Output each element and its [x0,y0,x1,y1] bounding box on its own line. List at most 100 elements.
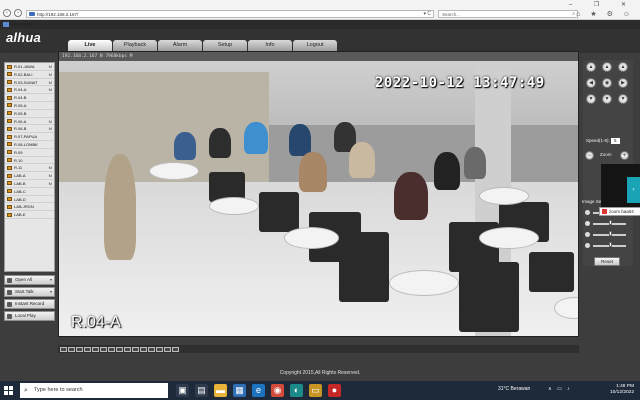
ptz-down-right-button[interactable]: ▼ [618,94,628,104]
refresh-icon[interactable]: ▾ C [423,11,431,18]
camera-icon [7,134,12,139]
channel-item[interactable]: R.05-B [5,110,54,118]
channel-item[interactable]: R.09 [5,149,54,157]
slider-knob[interactable] [609,231,612,236]
ptz-up-button[interactable]: ▲ [602,62,612,72]
hue-slider[interactable] [585,242,629,249]
instant-record-button[interactable]: Instant Record [4,299,55,309]
tab-setup[interactable]: Setup [203,40,247,51]
reset-button[interactable]: Reset [594,257,620,266]
taskbar-search-input[interactable]: ⌕ Type here to search [20,383,168,398]
browser-search-input[interactable]: Search... ⌕ [438,10,578,18]
layout-13-icon[interactable] [116,346,123,352]
channel-item[interactable]: R.10 [5,157,54,165]
channel-item[interactable]: LAB-E [5,211,54,219]
internet-explorer-icon[interactable]: e [252,384,265,397]
windows-start-icon[interactable] [4,386,13,395]
tab-logout[interactable]: Logout [293,40,337,51]
channel-item[interactable]: LAB-B M [5,180,54,188]
tab-alarm[interactable]: Alarm [158,40,202,51]
clock-date: 10/12/2022 [609,390,634,395]
ptz-up-left-button[interactable]: ▲ [586,62,596,72]
channel-item[interactable]: R.07-PAPUA [5,133,54,141]
channel-item[interactable]: R.06-A M [5,118,54,126]
chrome-icon[interactable]: ◉ [271,384,284,397]
folder-icon[interactable]: ▭ [309,384,322,397]
contrast-slider[interactable] [585,220,629,227]
open-all-button[interactable]: Open All ▾ [4,275,55,285]
layout-8-icon[interactable] [108,346,115,352]
layout-16-icon[interactable] [84,346,91,352]
local-play-button[interactable]: Local Play [4,311,55,321]
channel-item[interactable]: LAB-D [5,196,54,204]
layout-25-icon[interactable] [132,346,139,352]
speed-control: Speed(1-8): 5 [586,138,620,144]
desk [209,197,259,215]
clock[interactable]: 1:48 PM 10/12/2022 [610,384,634,396]
ptz-down-button[interactable]: ▼ [602,94,612,104]
slider-knob[interactable] [609,220,612,225]
edge-icon[interactable]: ◐ [290,384,303,397]
ptz-right-button[interactable]: ▶ [618,78,628,88]
file-explorer-icon[interactable]: ▬ [214,384,227,397]
channel-item[interactable]: LAB-C [5,188,54,196]
channel-item[interactable]: R.08-LOMBK [5,141,54,149]
start-talk-button[interactable]: Start Talk ▾ [4,287,55,297]
search-icon[interactable]: ⌕ [572,11,575,18]
tab-info[interactable]: Info [248,40,292,51]
widgets-icon[interactable]: ▤ [195,384,208,397]
back-button[interactable]: ‹ [3,9,11,17]
ptz-up-right-button[interactable]: ▲ [618,62,628,72]
brightness-icon [585,210,590,215]
channel-item[interactable]: R.03-SUMAT M [5,79,54,87]
speed-select[interactable]: 5 [610,138,620,144]
layout-6-icon[interactable] [100,346,107,352]
ptz-center-button[interactable]: ◉ [602,78,612,88]
system-tray-icons[interactable]: ∧ ▭ ♪ [548,386,572,392]
video-feed[interactable]: 192.168.2.167 N 7968kbps M 2022-10-12 13… [58,51,579,337]
channel-item[interactable]: LAB-A M [5,172,54,180]
layout-36-icon[interactable] [140,346,147,352]
layout-9-icon[interactable] [76,346,83,352]
channel-item[interactable]: R.06-B M [5,125,54,134]
window-controls[interactable]: – ❐ ✕ [569,1,636,8]
zoom-in-button[interactable]: + [620,151,629,160]
video-info-bar: 192.168.2.167 N 7968kbps M [59,52,578,61]
channel-item[interactable]: R.01-JAWA M [5,63,54,71]
browser-tool-icons[interactable]: ⌂ ★ ⚙ ☺ [576,10,634,18]
task-view-icon[interactable]: ▣ [176,384,189,397]
side-tab-handle[interactable]: › [627,177,640,203]
ptz-left-button[interactable]: ◀ [586,78,596,88]
tab-live[interactable]: Live [68,40,112,51]
camera-icon [7,103,12,108]
channel-item[interactable]: R.04-A M [5,86,54,95]
ptz-down-left-button[interactable]: ▼ [586,94,596,104]
app-icon[interactable]: ● [328,384,341,397]
channel-item[interactable]: R.11 M [5,164,54,173]
channel-item[interactable]: R.04-B [5,94,54,102]
zoom-popup[interactable]: zoom baa04 [599,207,640,216]
slider-knob[interactable] [609,242,612,247]
saturation-slider[interactable] [585,231,629,238]
store-icon[interactable]: ▦ [233,384,246,397]
channel-item[interactable]: R.02-BALI M [5,71,54,79]
channel-item[interactable]: R.05-A [5,102,54,110]
layout-4-icon[interactable] [68,346,75,352]
tab-playback[interactable]: Playback [113,40,157,51]
layout-1-icon[interactable] [60,346,67,352]
audio-icon[interactable] [164,346,171,352]
layout-20-icon[interactable] [124,346,131,352]
video-toolbar [58,345,579,353]
browser-tab[interactable]: PREVIEW [2,21,32,29]
chevron-down-icon[interactable]: ▾ [50,288,52,296]
weather-widget[interactable]: 31°C Berawan [498,386,530,392]
forward-button[interactable]: › [14,9,22,17]
pip-icon[interactable] [172,346,179,352]
fullscreen-icon[interactable] [92,346,99,352]
snapshot-icon[interactable] [148,346,155,352]
chevron-down-icon[interactable]: ▾ [50,276,52,284]
zoom-out-button[interactable]: − [585,151,594,160]
channel-item[interactable]: LAB-JRGN [5,203,54,212]
address-bar[interactable]: http://192.168.2.167/ ▾ C [26,10,434,18]
record-icon[interactable] [156,346,163,352]
